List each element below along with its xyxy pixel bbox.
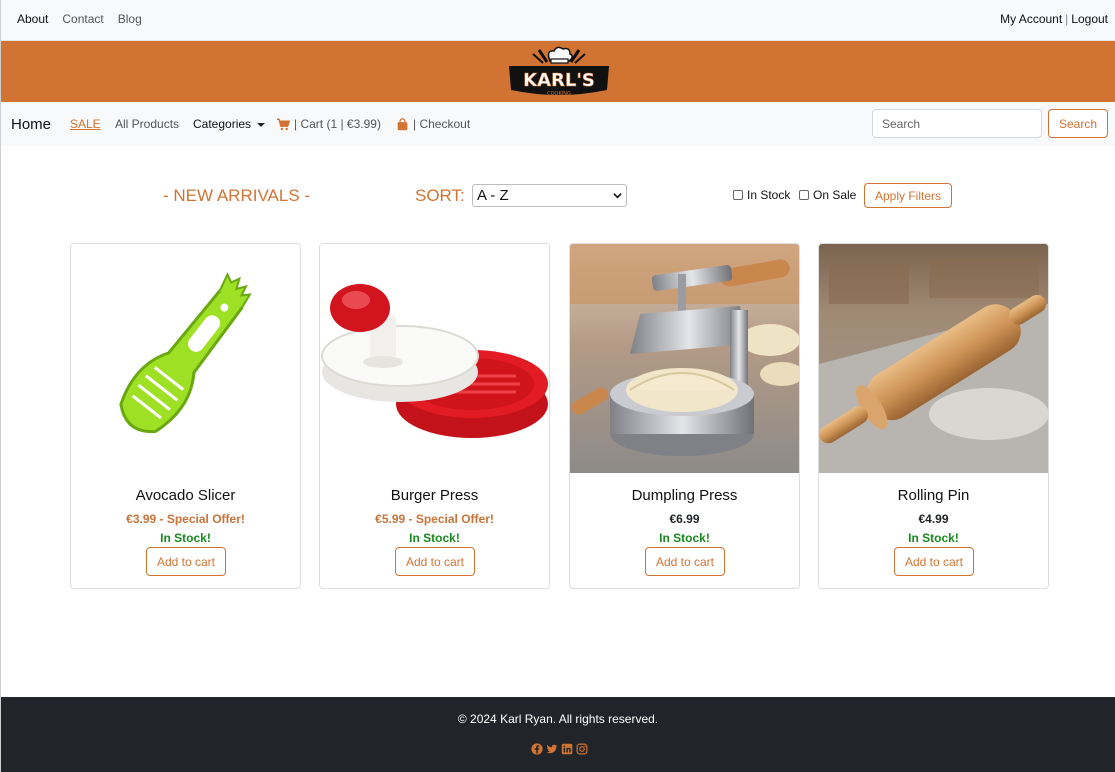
dumpling-press-image[interactable] (570, 244, 799, 473)
sort-label: SORT: (415, 186, 465, 205)
add-to-cart-button[interactable]: Add to cart (146, 547, 226, 576)
home-link[interactable]: Home (11, 116, 51, 133)
in-stock-filter[interactable]: In Stock (733, 188, 790, 202)
contact-link[interactable]: Contact (62, 12, 103, 26)
social-links (531, 743, 588, 755)
product-card: Dumpling Press €6.99 In Stock! Add to ca… (569, 243, 800, 589)
stock-status: In Stock! (160, 531, 211, 545)
apply-filters-button[interactable]: Apply Filters (864, 183, 952, 208)
on-sale-label: On Sale (813, 188, 857, 202)
stock-status: In Stock! (659, 531, 710, 545)
on-sale-checkbox[interactable] (799, 190, 809, 200)
burger-press-image[interactable] (320, 244, 549, 473)
chevron-down-icon (613, 193, 622, 199)
product-name[interactable]: Dumpling Press (570, 487, 799, 504)
brand-banner: KARL'S COOKING (1, 41, 1115, 102)
karls-cooking-logo[interactable]: KARL'S COOKING (503, 44, 615, 100)
product-name[interactable]: Burger Press (320, 487, 549, 504)
all-products-link[interactable]: All Products (115, 117, 179, 131)
account-links: My Account | Logout (1000, 12, 1108, 26)
categories-dropdown[interactable]: Categories (193, 117, 266, 131)
site-footer: © 2024 Karl Ryan. All rights reserved. (1, 697, 1115, 772)
product-price: €3.99 - Special Offer! (126, 512, 245, 526)
my-account-link[interactable]: My Account (1000, 12, 1062, 26)
logout-link[interactable]: Logout (1071, 12, 1108, 26)
top-utility-bar: About Contact Blog My Account | Logout (1, 0, 1115, 41)
caret-down-icon (257, 122, 266, 127)
avocado-slicer-image[interactable] (71, 244, 300, 473)
product-card: Avocado Slicer €3.99 - Special Offer! In… (70, 243, 301, 589)
svg-text:COOKING: COOKING (547, 91, 571, 97)
shopping-cart-icon (277, 117, 290, 130)
product-card: Rolling Pin €4.99 In Stock! Add to cart (818, 243, 1049, 589)
new-arrivals-heading: - NEW ARRIVALS - (163, 186, 311, 205)
sort-select[interactable]: A - Z (472, 184, 627, 207)
cart-link[interactable]: | Cart (1 | €3.99) (277, 117, 381, 131)
add-to-cart-button[interactable]: Add to cart (395, 547, 475, 576)
on-sale-filter[interactable]: On Sale (799, 188, 856, 202)
stock-status: In Stock! (409, 531, 460, 545)
utility-links: About Contact Blog (17, 12, 156, 26)
product-price: €5.99 - Special Offer! (375, 512, 494, 526)
sale-link[interactable]: SALE (70, 117, 101, 131)
shopping-bag-icon (397, 117, 408, 130)
stock-status: In Stock! (908, 531, 959, 545)
sort-selected-value: A - Z (477, 187, 509, 204)
categories-label: Categories (193, 117, 252, 131)
about-link[interactable]: About (17, 12, 48, 26)
cart-summary: | Cart (1 | €3.99) (294, 117, 381, 131)
linkedin-icon[interactable] (561, 743, 573, 755)
add-to-cart-button[interactable]: Add to cart (894, 547, 974, 576)
blog-link[interactable]: Blog (118, 12, 142, 26)
checkout-label: | Checkout (413, 117, 471, 131)
product-card: Burger Press €5.99 - Special Offer! In S… (319, 243, 550, 589)
search-button[interactable]: Search (1048, 109, 1108, 138)
twitter-icon[interactable] (546, 743, 558, 755)
search-input[interactable] (872, 109, 1042, 138)
in-stock-label: In Stock (747, 188, 791, 202)
product-price: €6.99 (669, 512, 700, 526)
checkout-link[interactable]: | Checkout (396, 117, 470, 131)
account-separator: | (1065, 12, 1069, 26)
rolling-pin-image[interactable] (819, 244, 1048, 473)
instagram-icon[interactable] (576, 743, 588, 755)
product-name[interactable]: Avocado Slicer (71, 487, 300, 504)
product-price: €4.99 (918, 512, 949, 526)
svg-text:KARL'S: KARL'S (523, 70, 595, 91)
product-name[interactable]: Rolling Pin (819, 487, 1048, 504)
add-to-cart-button[interactable]: Add to cart (645, 547, 725, 576)
facebook-icon[interactable] (531, 743, 543, 755)
main-navbar: Home SALE All Products Categories | Cart… (1, 102, 1115, 146)
in-stock-checkbox[interactable] (733, 190, 743, 200)
copyright-text: © 2024 Karl Ryan. All rights reserved. (457, 712, 659, 726)
